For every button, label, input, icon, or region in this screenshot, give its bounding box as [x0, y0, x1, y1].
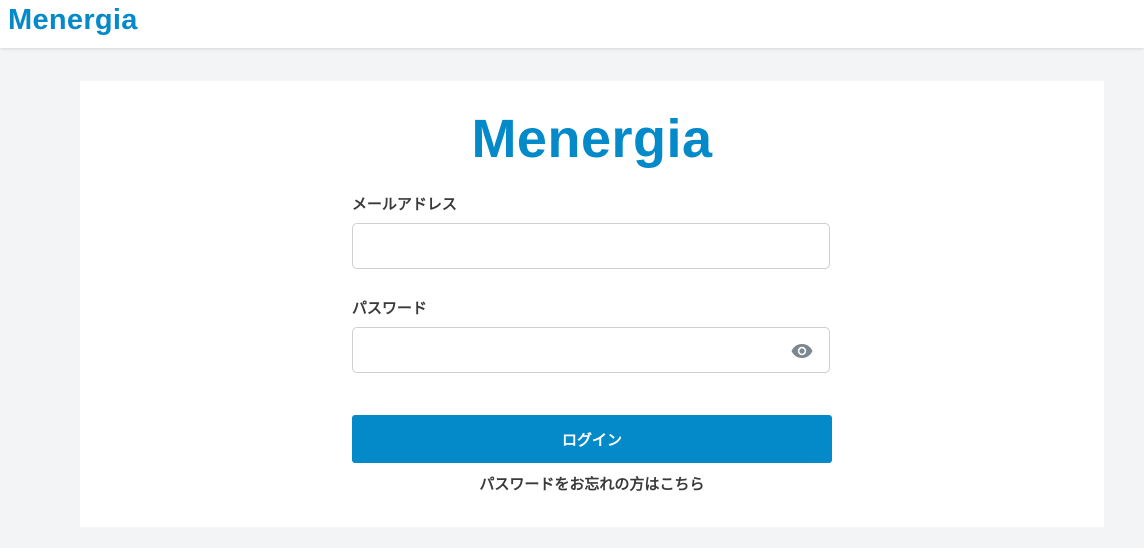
top-bar: Menergia	[0, 0, 1144, 48]
password-label: パスワード	[352, 299, 428, 317]
eye-icon[interactable]	[790, 339, 814, 363]
eye-icon-graphic	[791, 344, 813, 358]
password-field[interactable]	[352, 327, 830, 373]
email-label: メールアドレス	[352, 195, 458, 213]
header-logo[interactable]: Menergia	[8, 2, 138, 38]
login-button[interactable]: ログイン	[352, 415, 832, 463]
login-logo: Menergia	[471, 109, 713, 169]
login-card: Menergia メールアドレス パスワード ログイン パスワードをお忘れの方は…	[80, 81, 1104, 527]
email-field[interactable]	[352, 223, 830, 269]
forgot-password-link[interactable]: パスワードをお忘れの方はこちら	[352, 474, 832, 494]
